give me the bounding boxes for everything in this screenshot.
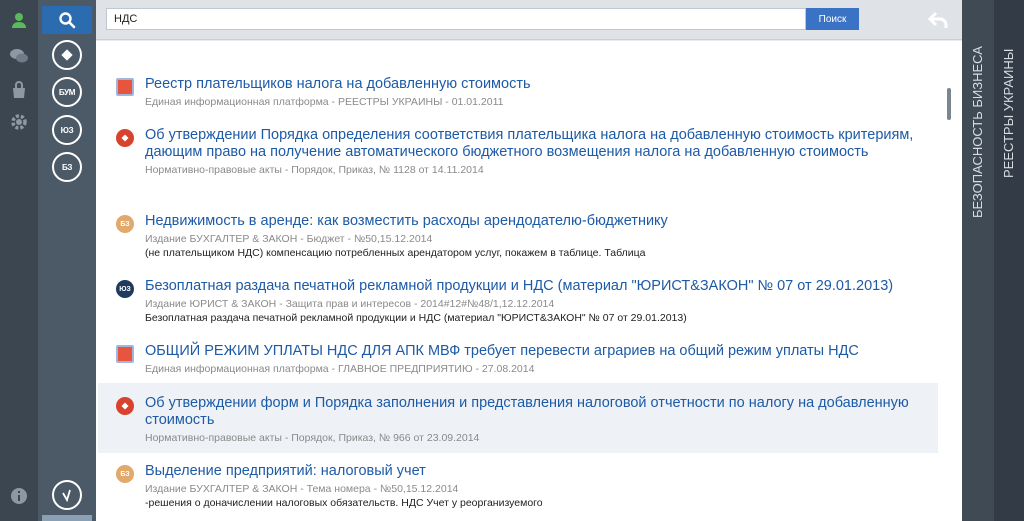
- chat-icon[interactable]: [9, 46, 29, 66]
- publication-badge: ЮЗ: [116, 280, 134, 298]
- legal-act-icon: [116, 397, 134, 415]
- result-title[interactable]: Об утверждении форм и Порядка заполнения…: [145, 395, 938, 429]
- tab-ukraine-registries-label: РЕЕСТРЫ УКРАИНЫ: [1001, 48, 1016, 178]
- diamond-icon: [61, 49, 73, 61]
- publication-badge: БЗ: [116, 465, 134, 483]
- tab-business-security-label: БЕЗОПАСНОСТЬ БИЗНЕСА: [970, 46, 985, 218]
- result-title[interactable]: Реестр плательщиков налога на добавленну…: [145, 76, 938, 93]
- info-icon[interactable]: [9, 486, 29, 506]
- product-circle-bum[interactable]: БУМ: [52, 77, 82, 107]
- result-meta: Издание БУХГАЛТЕР & ЗАКОН - Тема номера …: [145, 483, 459, 495]
- bag-icon[interactable]: [9, 80, 29, 100]
- result-meta: Нормативно-правовые акты - Порядок, Прик…: [145, 432, 480, 444]
- product-circle-main[interactable]: [52, 40, 82, 70]
- publication-badge: БЗ: [116, 215, 134, 233]
- list-item[interactable]: Реестр плательщиков налога на добавленну…: [98, 76, 938, 109]
- result-meta: Издание ЮРИСТ & ЗАКОН - Защита прав и ин…: [145, 298, 555, 310]
- product-circle-uz[interactable]: ЮЗ: [52, 115, 82, 145]
- tab-ukraine-registries[interactable]: РЕЕСТРЫ УКРАИНЫ: [994, 0, 1024, 521]
- column-bottom-bar: [42, 515, 92, 521]
- product-circle-bz[interactable]: БЗ: [52, 152, 82, 182]
- result-title[interactable]: Выделение предприятий: налоговый учет: [145, 463, 938, 480]
- legal-act-icon: [116, 129, 134, 147]
- search-input[interactable]: [106, 8, 806, 30]
- icon-rail: [0, 0, 38, 521]
- search-button[interactable]: Поиск: [806, 8, 859, 30]
- result-snippet: -решения о доначислении налоговых обязат…: [145, 497, 543, 509]
- tab-business-security[interactable]: БЕЗОПАСНОСТЬ БИЗНЕСА: [962, 0, 994, 521]
- list-item[interactable]: БЗ Выделение предприятий: налоговый учет…: [98, 463, 938, 510]
- result-title[interactable]: Об утверждении Порядка определения соотв…: [145, 127, 938, 161]
- list-item-highlighted[interactable]: Об утверждении форм и Порядка заполнения…: [98, 383, 938, 453]
- result-meta: Единая информационная платформа - ГЛАВНО…: [145, 363, 535, 375]
- result-meta: Нормативно-правовые акты - Порядок, Прик…: [145, 164, 484, 176]
- search-icon: [59, 12, 76, 29]
- scrollbar[interactable]: [947, 88, 951, 120]
- result-meta: Единая информационная платформа - РЕЕСТР…: [145, 96, 504, 108]
- result-title[interactable]: Безоплатная раздача печатной рекламной п…: [145, 278, 938, 295]
- result-meta: Издание БУХГАЛТЕР & ЗАКОН - Бюджет - №50…: [145, 233, 433, 245]
- list-item[interactable]: ЮЗ Безоплатная раздача печатной рекламно…: [98, 278, 938, 325]
- list-item[interactable]: ОБЩИЙ РЕЖИМ УПЛАТЫ НДС ДЛЯ АПК МВФ требу…: [98, 343, 938, 376]
- checkmark-icon: [62, 489, 71, 502]
- result-title[interactable]: Недвижимость в аренде: как возместить ра…: [145, 213, 938, 230]
- result-title[interactable]: ОБЩИЙ РЕЖИМ УПЛАТЫ НДС ДЛЯ АПК МВФ требу…: [145, 343, 938, 360]
- back-icon[interactable]: [927, 10, 950, 30]
- search-tab[interactable]: [42, 6, 92, 34]
- check-button[interactable]: [52, 480, 82, 510]
- list-item[interactable]: БЗ Недвижимость в аренде: как возместить…: [98, 213, 938, 260]
- result-snippet: (не плательщиком НДС) компенсацию потреб…: [145, 247, 646, 259]
- result-snippet: Безоплатная раздача печатной рекламной п…: [145, 312, 687, 324]
- search-bar: Поиск: [96, 0, 962, 40]
- registry-icon: [116, 345, 134, 363]
- gear-icon[interactable]: [9, 112, 29, 132]
- list-item[interactable]: Об утверждении Порядка определения соотв…: [98, 127, 938, 177]
- registry-icon: [116, 78, 134, 96]
- user-icon[interactable]: [9, 10, 29, 30]
- product-column: БУМ ЮЗ БЗ: [38, 0, 96, 521]
- results-list: Реестр плательщиков налога на добавленну…: [96, 41, 962, 521]
